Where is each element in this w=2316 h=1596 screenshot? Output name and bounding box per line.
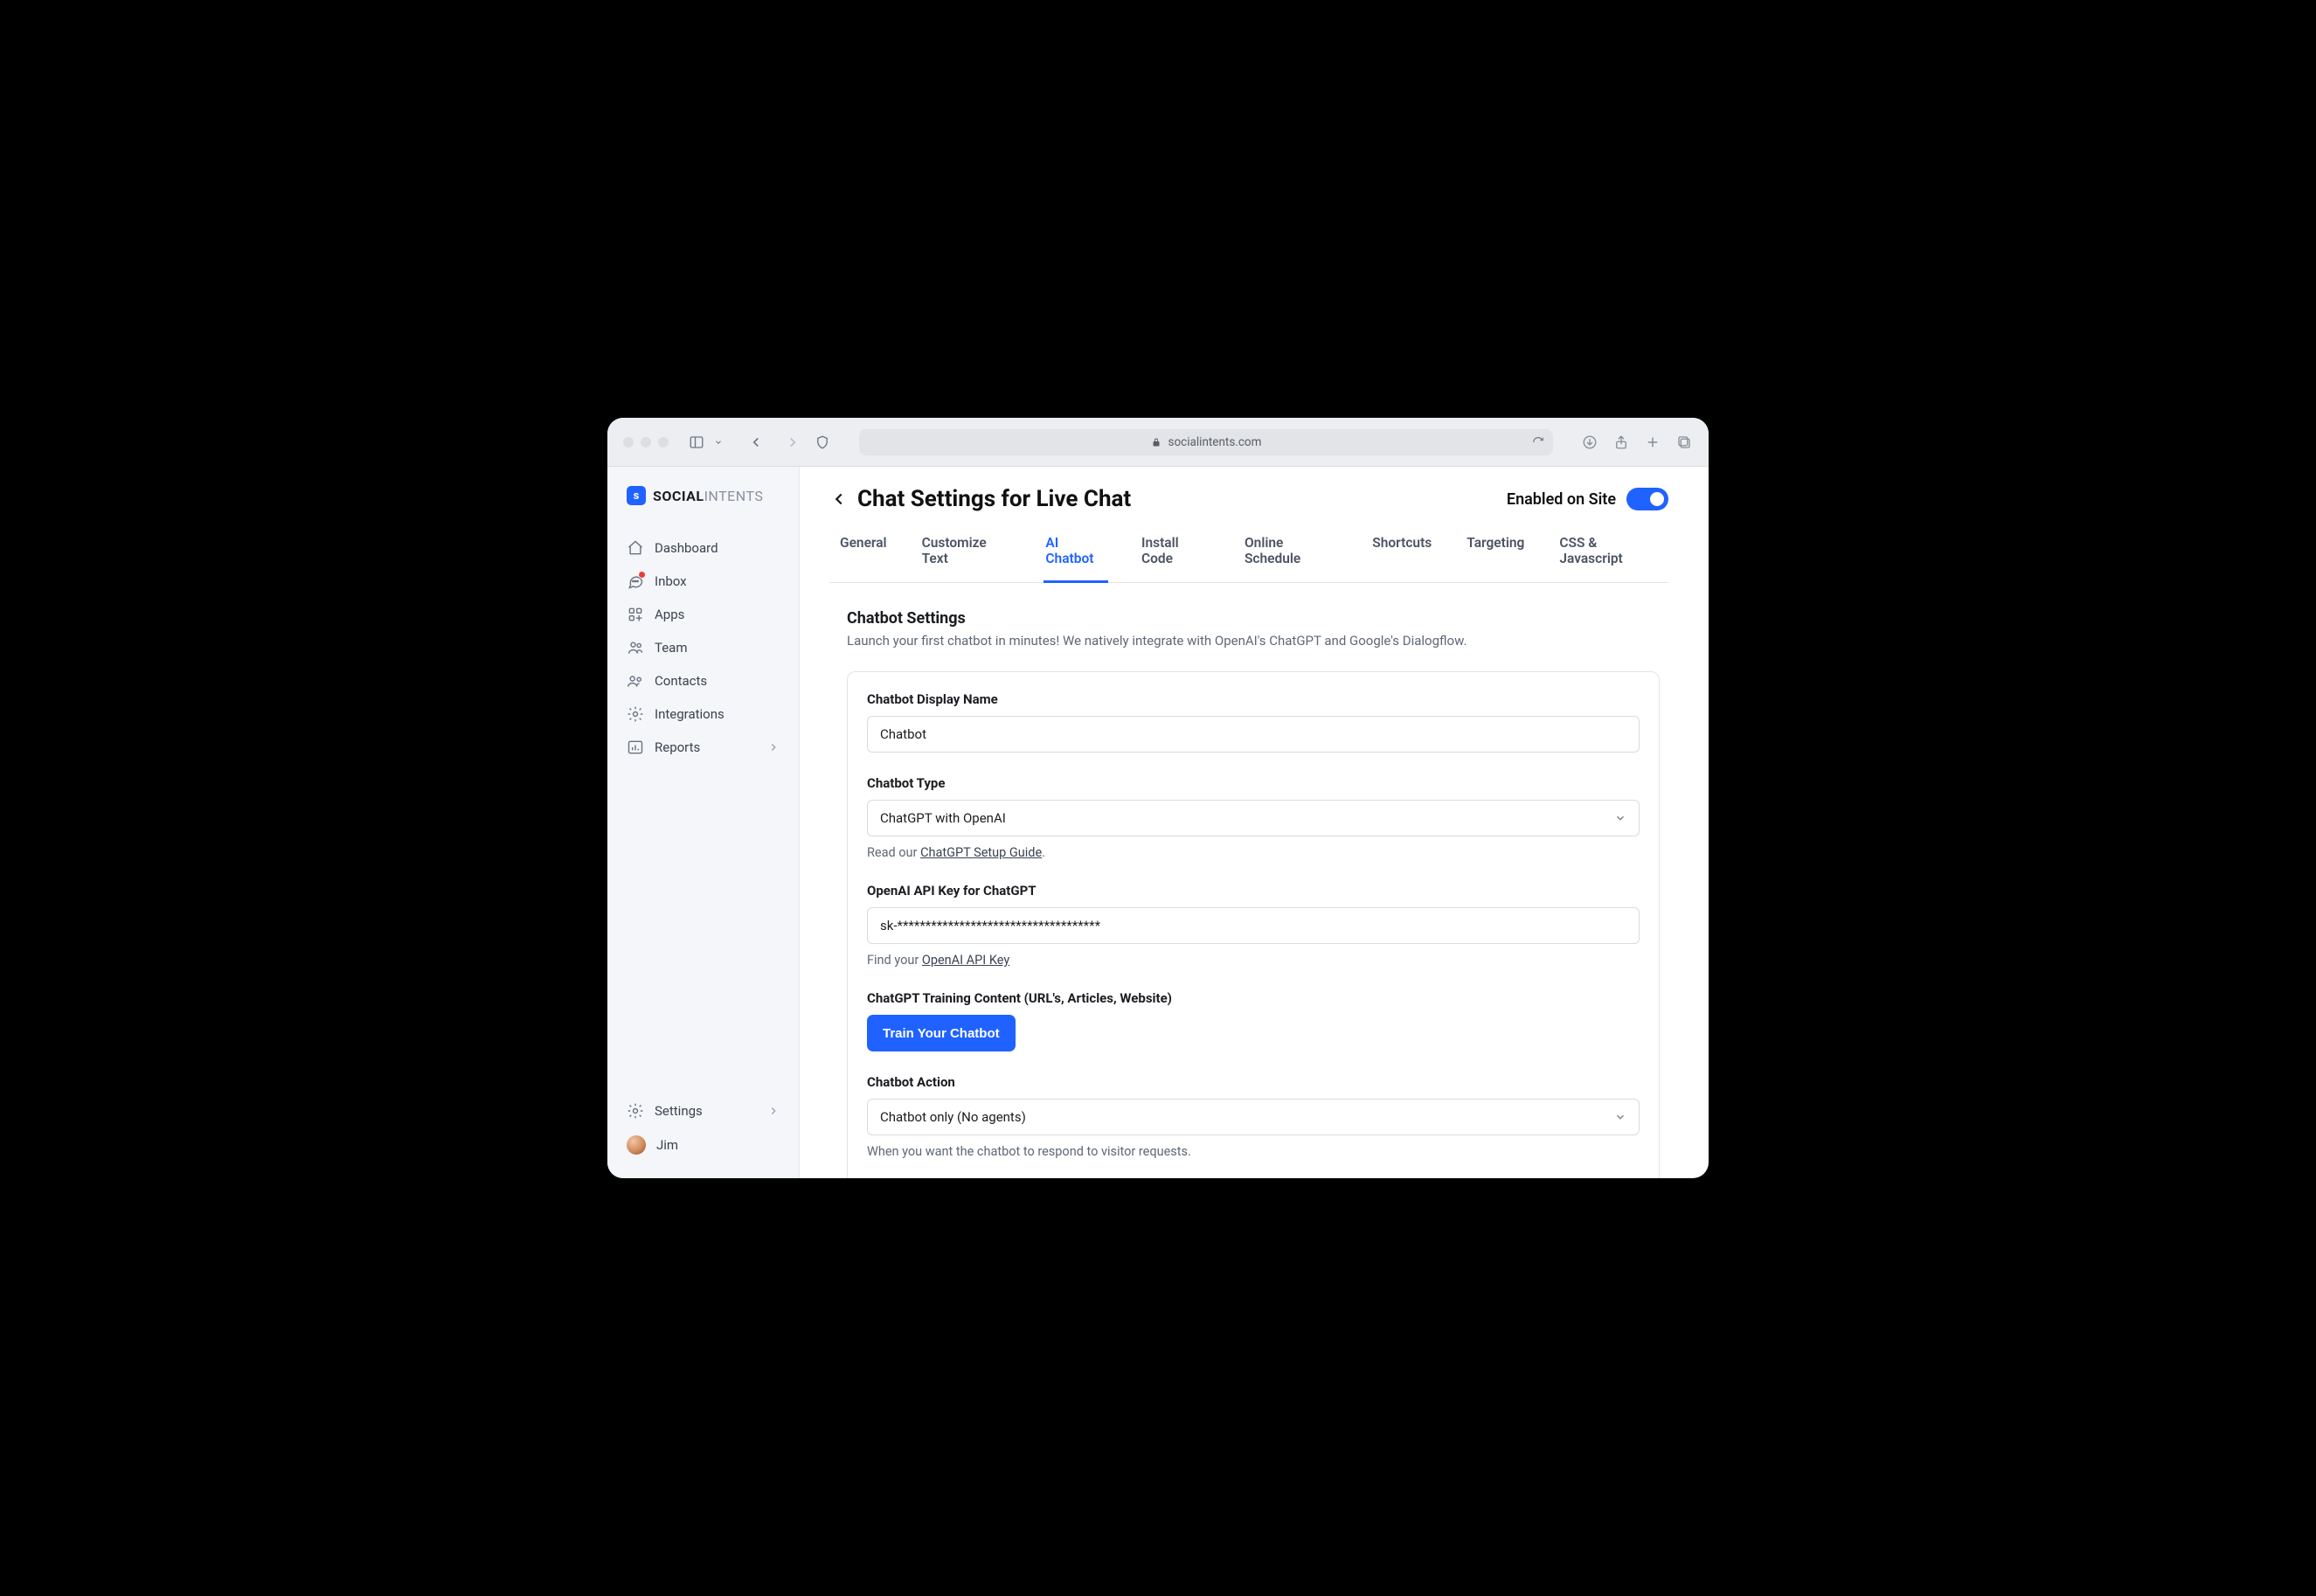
helper-text: Find your OpenAI API Key: [867, 953, 1640, 968]
page-header: Chat Settings for Live Chat Enabled on S…: [829, 486, 1668, 530]
chart-icon: [627, 739, 644, 756]
sidebar-item-integrations[interactable]: Integrations: [616, 697, 790, 731]
sidebar-item-user[interactable]: Jim: [616, 1128, 790, 1162]
page-title: Chat Settings for Live Chat: [857, 486, 1131, 512]
chevron-right-icon: [767, 741, 780, 753]
tabs: General Customize Text AI Chatbot Instal…: [829, 530, 1668, 583]
sidebar-item-label: Contacts: [655, 673, 707, 689]
share-icon[interactable]: [1612, 434, 1630, 451]
enable-label: Enabled on Site: [1507, 490, 1616, 509]
tab-install-code[interactable]: Install Code: [1140, 530, 1211, 583]
tab-css-js[interactable]: CSS & Javascript: [1557, 530, 1660, 583]
sidebar-item-label: Apps: [655, 607, 684, 622]
field-label: OpenAI API Key for ChatGPT: [867, 883, 1640, 899]
form-card: Chatbot Display Name Chatbot Chatbot Typ…: [847, 671, 1660, 1178]
sidebar-item-reports[interactable]: Reports: [616, 731, 790, 764]
brand[interactable]: s SOCIALINTENTS: [607, 486, 799, 526]
chevron-down-icon: [1614, 1111, 1626, 1123]
reload-icon[interactable]: [1532, 436, 1544, 448]
window-close-icon[interactable]: [623, 437, 634, 448]
sidebar-item-label: Integrations: [655, 706, 725, 722]
apps-icon: [627, 606, 644, 623]
toggle-knob: [1648, 490, 1666, 508]
main-content: Chat Settings for Live Chat Enabled on S…: [800, 467, 1709, 1178]
back-icon[interactable]: [747, 434, 765, 451]
new-tab-icon[interactable]: [1644, 434, 1661, 451]
api-key-input[interactable]: sk-************************************: [867, 907, 1640, 944]
enable-on-site: Enabled on Site: [1507, 488, 1668, 510]
tab-online-schedule[interactable]: Online Schedule: [1243, 530, 1339, 583]
chat-icon: [627, 572, 644, 590]
field-label: Chatbot Action: [867, 1074, 1640, 1090]
field-chatbot-type: Chatbot Type ChatGPT with OpenAI Read ou…: [867, 775, 1640, 860]
download-icon[interactable]: [1581, 434, 1598, 451]
team-icon: [627, 639, 644, 656]
field-api-key: OpenAI API Key for ChatGPT sk-**********…: [867, 883, 1640, 968]
tab-shortcuts[interactable]: Shortcuts: [1370, 530, 1433, 583]
sidebar-item-inbox[interactable]: Inbox: [616, 565, 790, 598]
traffic-lights: [623, 437, 669, 448]
chatgpt-setup-guide-link[interactable]: ChatGPT Setup Guide: [920, 845, 1042, 860]
chevron-down-icon: [1614, 812, 1626, 824]
helper-text: Read our ChatGPT Setup Guide.: [867, 845, 1640, 860]
tab-targeting[interactable]: Targeting: [1465, 530, 1526, 583]
sidebar-item-label: Team: [655, 640, 688, 656]
display-name-input[interactable]: Chatbot: [867, 716, 1640, 753]
home-icon: [627, 539, 644, 557]
openai-api-key-link[interactable]: OpenAI API Key: [922, 953, 1009, 968]
back-button[interactable]: [829, 489, 849, 509]
sidebar-panel-icon[interactable]: [688, 434, 705, 451]
address-bar[interactable]: socialintents.com: [859, 429, 1553, 455]
user-name: Jim: [656, 1137, 678, 1153]
chevron-down-icon[interactable]: [714, 434, 723, 451]
browser-toolbar: socialintents.com: [607, 418, 1709, 467]
chatbot-type-select[interactable]: ChatGPT with OpenAI: [867, 800, 1640, 836]
tab-customize-text[interactable]: Customize Text: [920, 530, 1013, 583]
sidebar-item-label: Dashboard: [655, 540, 718, 556]
field-label: Chatbot Display Name: [867, 691, 1640, 707]
tab-general[interactable]: General: [838, 530, 889, 583]
tab-ai-chatbot[interactable]: AI Chatbot: [1044, 530, 1108, 583]
gear-icon: [627, 1102, 644, 1120]
chatbot-action-select[interactable]: Chatbot only (No agents): [867, 1099, 1640, 1135]
train-chatbot-button[interactable]: Train Your Chatbot: [867, 1015, 1016, 1051]
sidebar-item-settings[interactable]: Settings: [616, 1094, 790, 1128]
field-display-name: Chatbot Display Name Chatbot: [867, 691, 1640, 753]
helper-text: When you want the chatbot to respond to …: [867, 1144, 1640, 1159]
contacts-icon: [627, 672, 644, 690]
sidebar-item-dashboard[interactable]: Dashboard: [616, 531, 790, 565]
section-title: Chatbot Settings: [847, 609, 1660, 628]
avatar: [627, 1135, 646, 1155]
lock-icon: [1151, 437, 1161, 448]
chevron-right-icon: [767, 1105, 780, 1117]
sidebar-item-label: Reports: [655, 739, 700, 755]
field-training: ChatGPT Training Content (URL's, Article…: [867, 990, 1640, 1051]
field-label: Chatbot Type: [867, 775, 1640, 791]
field-label: ChatGPT Training Content (URL's, Article…: [867, 990, 1640, 1006]
tab-overview-icon[interactable]: [1675, 434, 1693, 451]
chatbot-settings-section: Chatbot Settings Launch your first chatb…: [829, 583, 1668, 1178]
sidebar-item-label: Settings: [655, 1103, 703, 1119]
toolbar-right: [1581, 434, 1693, 451]
window-minimize-icon[interactable]: [641, 437, 651, 448]
field-chatbot-action: Chatbot Action Chatbot only (No agents) …: [867, 1074, 1640, 1159]
address-host: socialintents.com: [1168, 435, 1262, 449]
section-desc: Launch your first chatbot in minutes! We…: [847, 633, 1660, 649]
sidebar-item-team[interactable]: Team: [616, 631, 790, 664]
brand-name: SOCIALINTENTS: [653, 488, 763, 504]
sidebar-item-contacts[interactable]: Contacts: [616, 664, 790, 697]
notification-dot: [638, 571, 646, 579]
shield-icon[interactable]: [814, 434, 831, 451]
enable-toggle[interactable]: [1626, 488, 1668, 510]
brand-mark: s: [627, 486, 646, 505]
browser-window: socialintents.com s SOCIALINTE: [607, 418, 1709, 1178]
forward-icon: [784, 434, 801, 451]
sidebar-item-apps[interactable]: Apps: [616, 598, 790, 631]
sidebar: s SOCIALINTENTS Dashboard I: [607, 467, 800, 1178]
sidebar-item-label: Inbox: [655, 573, 687, 589]
gear-icon: [627, 705, 644, 723]
window-zoom-icon[interactable]: [658, 437, 669, 448]
